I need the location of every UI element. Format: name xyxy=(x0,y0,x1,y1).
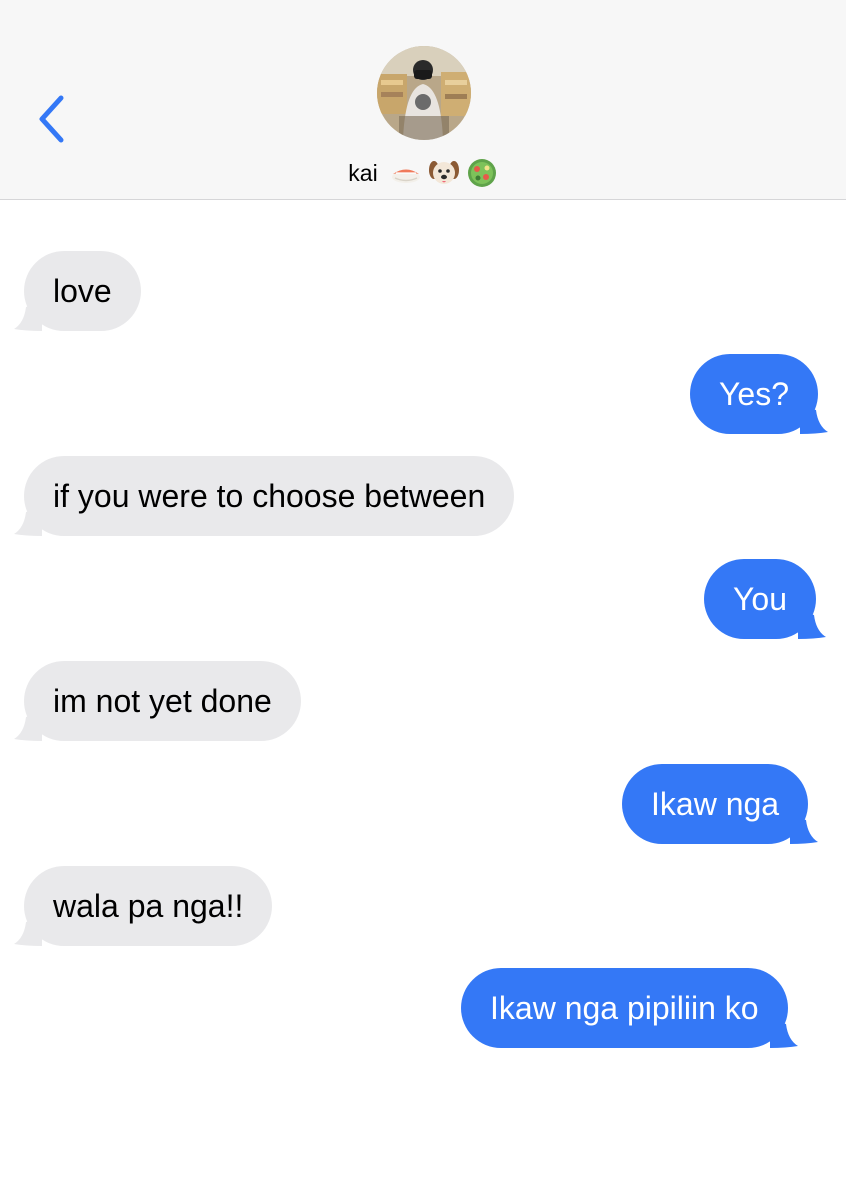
chevron-left-icon xyxy=(39,95,64,143)
message-text: im not yet done xyxy=(53,683,272,719)
bubble-tail xyxy=(14,713,42,741)
message-text: Yes? xyxy=(719,376,789,412)
message-bubble-sent[interactable]: You xyxy=(704,559,826,639)
bubble-tail xyxy=(769,1020,798,1048)
message-bubble-received[interactable]: im not yet done xyxy=(14,661,301,741)
message-bubble-sent[interactable]: Ikaw nga pipiliin ko xyxy=(461,968,798,1048)
bubble-tail xyxy=(790,816,819,844)
sushi-icon xyxy=(390,157,422,189)
message-bubble-received[interactable]: if you were to choose between xyxy=(14,456,515,536)
bubble-tail xyxy=(14,918,42,946)
message-text: love xyxy=(53,273,112,309)
message-bubble-sent[interactable]: Yes? xyxy=(690,354,828,434)
message-text: You xyxy=(733,581,787,617)
bubble-tail xyxy=(14,303,42,331)
message-text: Ikaw nga pipiliin ko xyxy=(490,990,759,1026)
salad-icon xyxy=(466,157,498,189)
contact-name: kai xyxy=(348,159,378,186)
bubble-tail xyxy=(798,611,826,639)
message-bubble-received[interactable]: wala pa nga!! xyxy=(14,866,273,946)
bubble-tail xyxy=(14,508,42,536)
back-button[interactable] xyxy=(24,88,84,152)
message-bubble-sent[interactable]: Ikaw nga xyxy=(622,764,819,844)
bubble-tail xyxy=(800,406,828,434)
message-text: wala pa nga!! xyxy=(53,888,244,924)
contact-name-row[interactable]: kai xyxy=(0,155,846,191)
message-bubble-received[interactable]: love xyxy=(14,251,141,331)
message-text: if you were to choose between xyxy=(53,478,486,514)
avatar-photo xyxy=(377,46,471,140)
message-text: Ikaw nga xyxy=(651,786,780,822)
conversation-header: kai xyxy=(0,0,846,200)
contact-avatar[interactable] xyxy=(377,46,471,140)
dog-face-icon xyxy=(428,157,460,189)
